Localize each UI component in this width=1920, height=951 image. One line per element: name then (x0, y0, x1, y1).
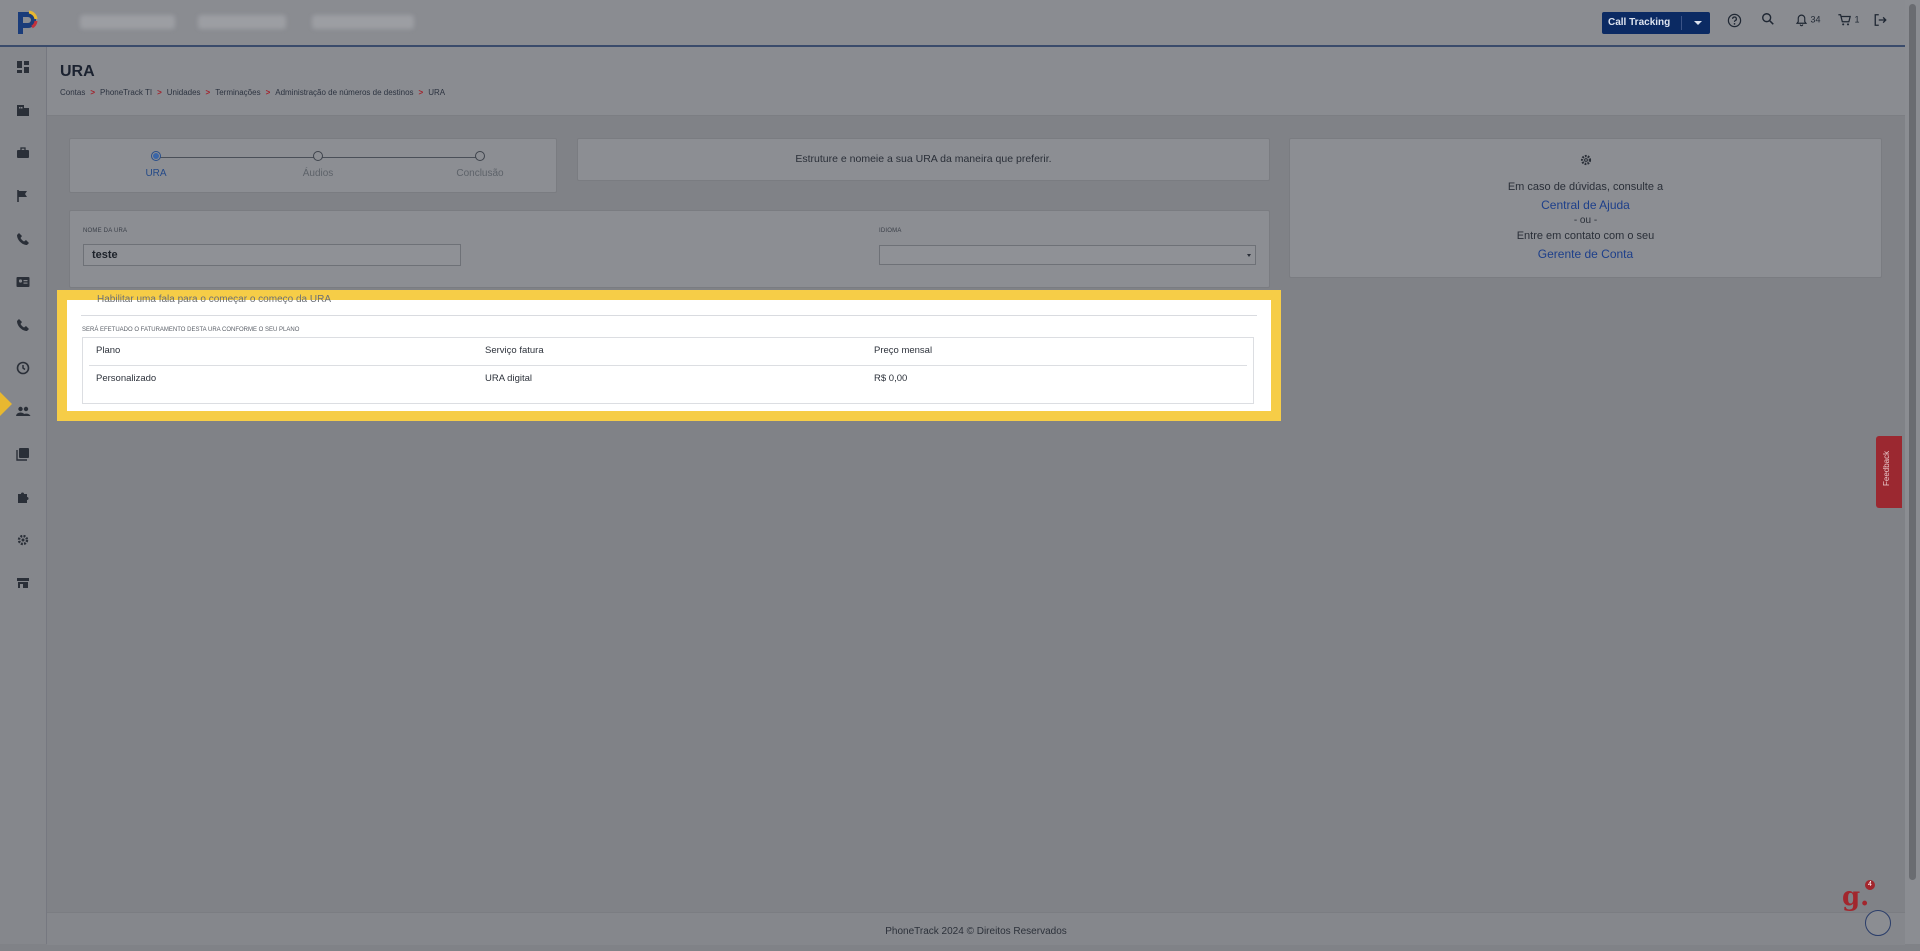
help-contact-text: Entre em contato com o seu (1516, 230, 1655, 242)
step-dot-conclusao[interactable] (475, 151, 485, 161)
gear-icon (1290, 153, 1881, 172)
scrollbar[interactable] (1905, 0, 1920, 944)
billing-cut-text: Habilitar uma fala para o começar o come… (97, 294, 331, 305)
gear-icon[interactable] (15, 532, 31, 548)
table-header: Plano Serviço fatura Preço mensal (89, 338, 1247, 366)
stepper-card: URA Áudios Conclusão (69, 138, 557, 193)
product-select[interactable]: Call Tracking (1602, 12, 1710, 34)
column-header-plan: Plano (96, 345, 121, 356)
feedback-button[interactable]: Feedback (1876, 436, 1902, 508)
notifications-button[interactable]: 34 (1795, 13, 1821, 31)
step-dot-audios[interactable] (313, 151, 323, 161)
divider (81, 315, 1257, 316)
phone-icon[interactable] (15, 231, 31, 247)
help-icon[interactable] (1727, 13, 1742, 31)
cell-plan: Personalizado (96, 373, 157, 384)
step-label-conclusao[interactable]: Conclusão (456, 168, 503, 179)
chat-icon[interactable] (1865, 910, 1891, 936)
column-header-service: Serviço fatura (485, 345, 544, 356)
billing-table: Plano Serviço fatura Preço mensal Person… (82, 337, 1254, 404)
breadcrumb-item[interactable]: Contas (60, 88, 85, 97)
feedback-label: Feedback (1882, 450, 1891, 486)
chevron-down-icon (1247, 254, 1251, 257)
breadcrumb-item[interactable]: Administração de números de destinos (275, 88, 413, 97)
chat-badge: 4 (1865, 880, 1875, 890)
form-card: Nome da URA teste Idioma (69, 210, 1270, 288)
language-select[interactable] (879, 245, 1256, 265)
scrollbar-thumb[interactable] (1909, 4, 1916, 880)
instructions-card: Estruture e nomeie a sua URA da maneira … (577, 138, 1270, 181)
cart-count: 1 (1854, 14, 1860, 25)
help-or: - ou - (1573, 215, 1598, 226)
building-icon[interactable] (15, 102, 31, 118)
breadcrumb: Contas > PhoneTrack TI > Unidades > Terminaçõe… (60, 88, 446, 97)
top-bar: Call Tracking 34 1 (0, 0, 1905, 47)
briefcase-icon[interactable] (15, 145, 31, 161)
history-icon[interactable] (15, 360, 31, 376)
name-label: Nome da URA (83, 228, 128, 234)
cell-service: URA digital (485, 373, 532, 384)
flag-icon[interactable] (15, 188, 31, 204)
billing-panel-highlight: Habilitar uma fala para o começar o come… (57, 290, 1281, 421)
footer-text: PhoneTrack 2024 © Direitos Reservados (885, 926, 1067, 937)
notifications-count: 34 (1810, 14, 1821, 25)
help-card: Em caso de dúvidas, consulte a Central d… (1289, 138, 1882, 278)
breadcrumb-item[interactable]: PhoneTrack TI (100, 88, 152, 97)
breadcrumb-item[interactable]: Terminações (215, 88, 260, 97)
logout-icon[interactable] (1873, 13, 1888, 31)
blurred-tab[interactable] (312, 15, 414, 29)
blurred-tab[interactable] (80, 15, 175, 29)
bell-icon (1795, 14, 1808, 27)
puzzle-icon[interactable] (15, 489, 31, 505)
active-indicator (0, 392, 12, 416)
breadcrumb-current: URA (428, 88, 446, 97)
help-center-link[interactable]: Central de Ajuda (1290, 198, 1881, 212)
page-title: URA (60, 63, 95, 80)
step-dot-ura[interactable] (151, 151, 161, 161)
contact-card-icon[interactable] (15, 274, 31, 290)
library-icon[interactable] (15, 446, 31, 462)
billing-notice: Será efetuado o faturamento desta URA co… (82, 327, 300, 333)
phonetrack-logo[interactable] (14, 8, 40, 36)
chevron-down-icon (1694, 21, 1702, 25)
footer: PhoneTrack 2024 © Direitos Reservados (47, 912, 1905, 945)
search-icon[interactable] (1761, 12, 1775, 30)
page-header: URA Contas > PhoneTrack TI > Unidades > Termin… (47, 47, 1905, 116)
blurred-tab[interactable] (198, 15, 286, 29)
product-select-label: Call Tracking (1608, 17, 1671, 28)
users-icon[interactable] (15, 403, 31, 419)
account-manager-link[interactable]: Gerente de Conta (1290, 247, 1881, 261)
cart-button[interactable]: 1 (1837, 13, 1860, 31)
step-label-audios[interactable]: Áudios (303, 168, 334, 179)
help-text: Em caso de dúvidas, consulte a (1507, 181, 1664, 193)
dashboard-icon[interactable] (15, 59, 31, 75)
cell-price: R$ 0,00 (874, 373, 908, 384)
store-icon[interactable] (15, 575, 31, 591)
sidebar (0, 47, 47, 944)
instructions-message: Estruture e nomeie a sua URA da maneira … (795, 153, 1052, 165)
cart-icon (1838, 14, 1851, 26)
column-header-price: Preço mensal (874, 345, 933, 356)
breadcrumb-item[interactable]: Unidades (167, 88, 201, 97)
step-label-ura[interactable]: URA (145, 168, 166, 179)
language-label: Idioma (879, 228, 902, 234)
call-icon[interactable] (15, 317, 31, 333)
ura-name-input[interactable]: teste (83, 244, 461, 266)
